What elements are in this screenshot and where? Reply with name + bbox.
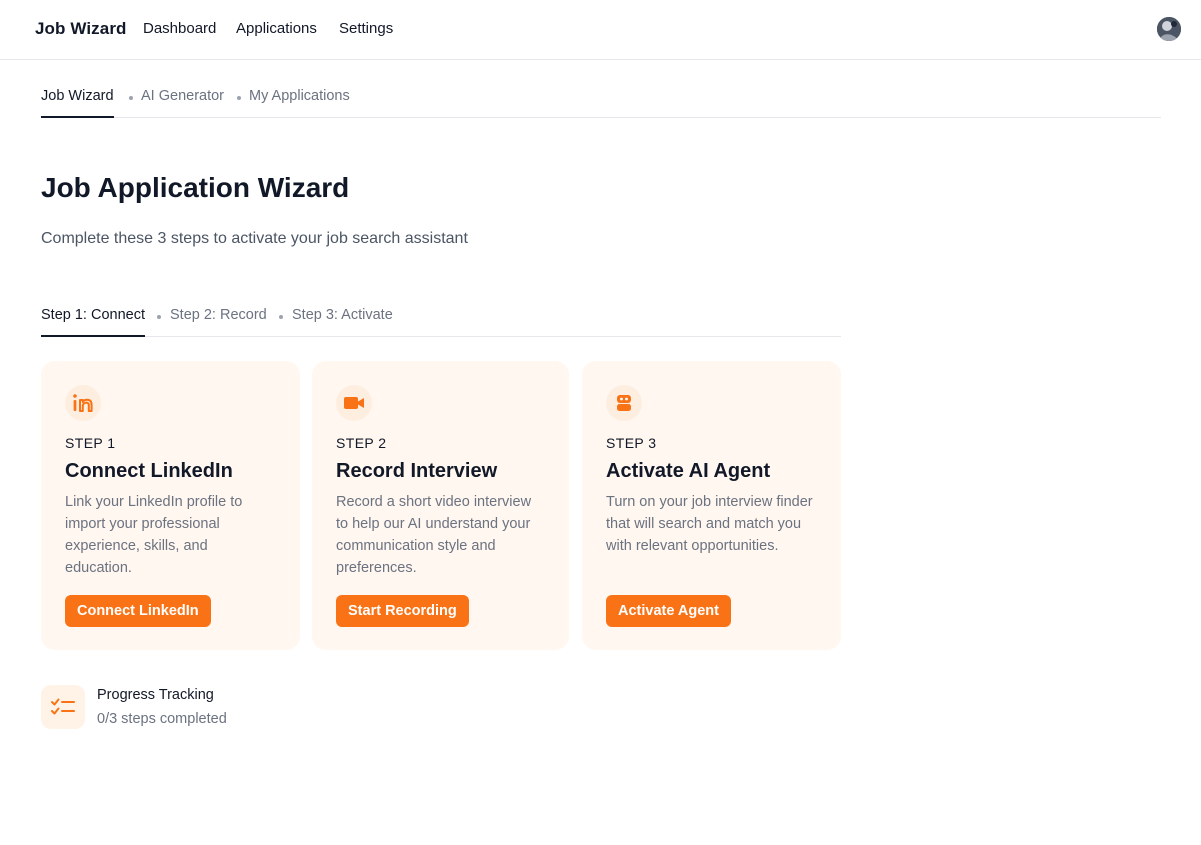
robot-icon: [606, 385, 642, 421]
video-camera-icon: [336, 385, 372, 421]
start-recording-button[interactable]: Start Recording: [336, 595, 469, 627]
user-avatar[interactable]: [1157, 17, 1181, 41]
step-card-record-interview: STEP 2 Record Interview Record a short v…: [312, 361, 569, 650]
card-description: Link your LinkedIn profile to import you…: [65, 494, 243, 576]
page-title: Job Application Wizard: [41, 172, 350, 203]
tab-step-activate[interactable]: Step 3: Activate: [292, 307, 393, 323]
card-description: Record a short video interview to help o…: [336, 494, 532, 576]
card-title: Activate AI Agent: [606, 460, 771, 482]
card-title: Record Interview: [336, 460, 498, 482]
tab-job-wizard[interactable]: Job Wizard: [41, 88, 114, 118]
nav-applications[interactable]: Applications: [236, 20, 317, 37]
brand-logo-text[interactable]: Job Wizard: [35, 19, 127, 39]
activate-agent-button[interactable]: Activate Agent: [606, 595, 731, 627]
page-subtitle: Complete these 3 steps to activate your …: [41, 230, 468, 247]
step-number: STEP 3: [606, 435, 657, 451]
linkedin-icon: [65, 385, 101, 421]
nav-settings[interactable]: Settings: [339, 20, 393, 37]
tab-separator-dot: [237, 96, 241, 100]
checklist-icon: [41, 685, 85, 729]
step-card-activate-agent: STEP 3 Activate AI Agent Turn on your jo…: [582, 361, 841, 650]
tab-ai-generator[interactable]: AI Generator: [141, 88, 224, 104]
step-card-connect-linkedin: STEP 1 Connect LinkedIn Link your Linked…: [41, 361, 300, 650]
progress-title: Progress Tracking: [97, 687, 214, 703]
progress-status: 0/3 steps completed: [97, 711, 227, 727]
connect-linkedin-button[interactable]: Connect LinkedIn: [65, 595, 211, 627]
section-tabs: Job Wizard AI Generator My Applications: [41, 78, 1161, 118]
tab-separator-dot: [129, 96, 133, 100]
tab-step-connect[interactable]: Step 1: Connect: [41, 307, 145, 337]
tab-my-applications[interactable]: My Applications: [249, 88, 350, 104]
tab-separator-dot: [157, 315, 161, 319]
top-navbar: Job Wizard Dashboard Applications Settin…: [0, 0, 1201, 60]
card-description: Turn on your job interview finder that w…: [606, 494, 813, 554]
step-number: STEP 1: [65, 435, 116, 451]
tab-separator-dot: [279, 315, 283, 319]
card-title: Connect LinkedIn: [65, 460, 233, 482]
nav-dashboard[interactable]: Dashboard: [143, 20, 216, 37]
tab-step-record[interactable]: Step 2: Record: [170, 307, 267, 323]
avatar-image: [1157, 17, 1181, 41]
step-number: STEP 2: [336, 435, 387, 451]
step-tabs: Step 1: Connect Step 2: Record Step 3: A…: [41, 297, 841, 337]
